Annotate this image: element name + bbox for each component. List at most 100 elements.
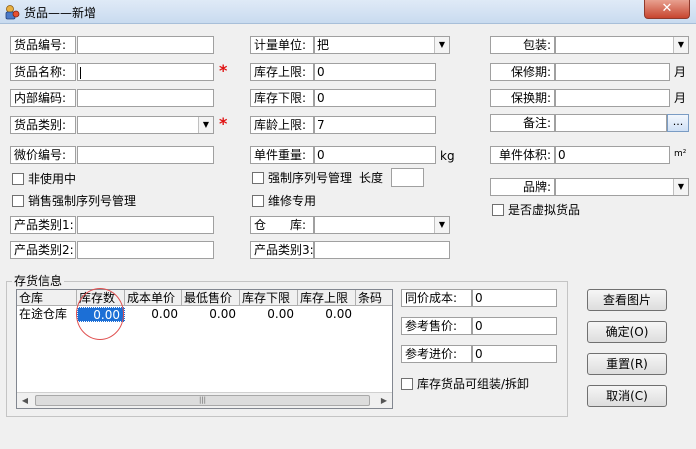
minor-code-label: 微价编号:: [10, 146, 76, 164]
title-bar: 货品——新增 ✕: [0, 0, 696, 24]
product-cat2-input[interactable]: [77, 241, 214, 259]
stock-upper-label: 库存上限:: [250, 63, 314, 81]
unit-select[interactable]: 把 ▼: [314, 36, 450, 54]
cell-min-price[interactable]: 0.00: [182, 307, 240, 322]
inactive-checkbox[interactable]: [12, 173, 24, 185]
ref-sale-label: 参考售价:: [401, 317, 472, 335]
assemble-checkbox-label: 库存货品可组装/拆卸: [417, 377, 530, 391]
col-min-price[interactable]: 最低售价: [182, 290, 240, 306]
volume-unit: m²: [674, 149, 687, 159]
repair-checkbox[interactable]: [252, 195, 264, 207]
warranty-input[interactable]: [555, 63, 670, 81]
remark-input[interactable]: [555, 114, 667, 132]
grid-horizontal-scrollbar[interactable]: ◀ ||| ▶: [17, 392, 392, 408]
cell-qty[interactable]: 0.00: [77, 307, 125, 322]
weight-unit: kg: [440, 149, 455, 163]
scroll-left-icon[interactable]: ◀: [17, 393, 33, 408]
col-upper[interactable]: 库存上限: [298, 290, 356, 306]
chevron-down-icon[interactable]: ▼: [198, 117, 213, 133]
minor-code-input[interactable]: [77, 146, 214, 164]
internal-code-label: 内部编码:: [10, 89, 76, 107]
code-input[interactable]: [77, 36, 214, 54]
close-button[interactable]: ✕: [644, 0, 690, 19]
virtual-checkbox[interactable]: [492, 204, 504, 216]
cell-upper[interactable]: 0.00: [298, 307, 356, 322]
reset-button[interactable]: 重置(R): [587, 353, 667, 375]
cell-lower[interactable]: 0.00: [240, 307, 298, 322]
cell-warehouse[interactable]: 在途仓库: [19, 307, 77, 322]
internal-code-input[interactable]: [77, 89, 214, 107]
scroll-thumb[interactable]: |||: [35, 395, 370, 406]
chevron-down-icon[interactable]: ▼: [673, 37, 688, 53]
stock-info-title: 存货信息: [12, 274, 65, 288]
product-cat3-input[interactable]: [314, 241, 450, 259]
category-select[interactable]: ▼: [77, 116, 214, 134]
stock-grid[interactable]: 仓库 库存数 成本单价 最低售价 库存下限 库存上限 条码 在途仓库 0.00 …: [16, 289, 393, 409]
package-label: 包装:: [490, 36, 555, 54]
exchange-label: 保换期:: [490, 89, 555, 107]
length-input[interactable]: [391, 168, 424, 187]
brand-select[interactable]: ▼: [555, 178, 689, 196]
product-new-dialog: 货品——新增 ✕ 货品编号: 货品名称: * 内部编码: 货品类别: ▼ * 微…: [0, 0, 696, 449]
weight-label: 单件重量:: [250, 146, 314, 164]
view-image-button[interactable]: 查看图片: [587, 289, 667, 311]
stock-lower-input[interactable]: 0: [314, 89, 436, 107]
repair-checkbox-label: 维修专用: [268, 194, 317, 208]
app-icon: [5, 5, 20, 20]
col-cost[interactable]: 成本单价: [125, 290, 182, 306]
required-star-category: *: [219, 114, 228, 133]
col-lower[interactable]: 库存下限: [240, 290, 298, 306]
package-select[interactable]: ▼: [555, 36, 689, 54]
exchange-unit: 月: [674, 91, 687, 105]
stock-upper-input[interactable]: 0: [314, 63, 436, 81]
ref-purchase-input[interactable]: 0: [472, 345, 557, 363]
product-cat2-label: 产品类别2:: [10, 241, 76, 259]
sales-serial-checkbox[interactable]: [12, 195, 24, 207]
warehouse-label: 仓 库:: [250, 216, 314, 234]
unit-label: 计量单位:: [250, 36, 314, 54]
same-cost-label: 同价成本:: [401, 289, 472, 307]
chevron-down-icon[interactable]: ▼: [434, 217, 449, 233]
stock-age-label: 库龄上限:: [250, 116, 314, 134]
length-label: 长度: [359, 171, 384, 185]
name-label: 货品名称:: [10, 63, 76, 81]
chevron-down-icon[interactable]: ▼: [434, 37, 449, 53]
forced-serial-checkbox-label: 强制序列号管理: [268, 171, 353, 185]
volume-label: 单件体积:: [490, 146, 555, 164]
col-qty[interactable]: 库存数: [77, 290, 125, 306]
category-label: 货品类别:: [10, 116, 76, 134]
ref-purchase-label: 参考进价:: [401, 345, 472, 363]
ok-button[interactable]: 确定(O): [587, 321, 667, 343]
brand-label: 品牌:: [490, 178, 555, 196]
cell-cost[interactable]: 0.00: [125, 307, 182, 322]
code-label: 货品编号:: [10, 36, 76, 54]
sales-serial-checkbox-label: 销售强制序列号管理: [28, 194, 137, 208]
stock-age-input[interactable]: 7: [314, 116, 436, 134]
close-icon: ✕: [661, 1, 673, 16]
remark-label: 备注:: [490, 114, 555, 132]
cancel-button[interactable]: 取消(C): [587, 385, 667, 407]
scroll-right-icon[interactable]: ▶: [376, 393, 392, 408]
remark-browse-button[interactable]: ...: [667, 114, 689, 132]
warehouse-select[interactable]: ▼: [314, 216, 450, 234]
product-cat3-label: 产品类别3:: [250, 241, 314, 259]
text-caret: [80, 66, 81, 79]
window-title: 货品——新增: [24, 6, 97, 20]
same-cost-input[interactable]: 0: [472, 289, 557, 307]
cell-barcode[interactable]: [358, 307, 392, 322]
name-input[interactable]: [77, 63, 214, 81]
weight-input[interactable]: 0: [314, 146, 436, 164]
stock-grid-header: 仓库 库存数 成本单价 最低售价 库存下限 库存上限 条码: [17, 290, 392, 306]
col-barcode[interactable]: 条码: [356, 290, 392, 306]
warranty-unit: 月: [674, 65, 687, 79]
warranty-label: 保修期:: [490, 63, 555, 81]
volume-input[interactable]: 0: [555, 146, 670, 164]
col-warehouse[interactable]: 仓库: [17, 290, 77, 306]
ref-sale-input[interactable]: 0: [472, 317, 557, 335]
product-cat1-input[interactable]: [77, 216, 214, 234]
exchange-input[interactable]: [555, 89, 670, 107]
assemble-checkbox[interactable]: [401, 378, 413, 390]
chevron-down-icon[interactable]: ▼: [673, 179, 688, 195]
unit-value: 把: [317, 38, 330, 52]
forced-serial-checkbox[interactable]: [252, 172, 264, 184]
